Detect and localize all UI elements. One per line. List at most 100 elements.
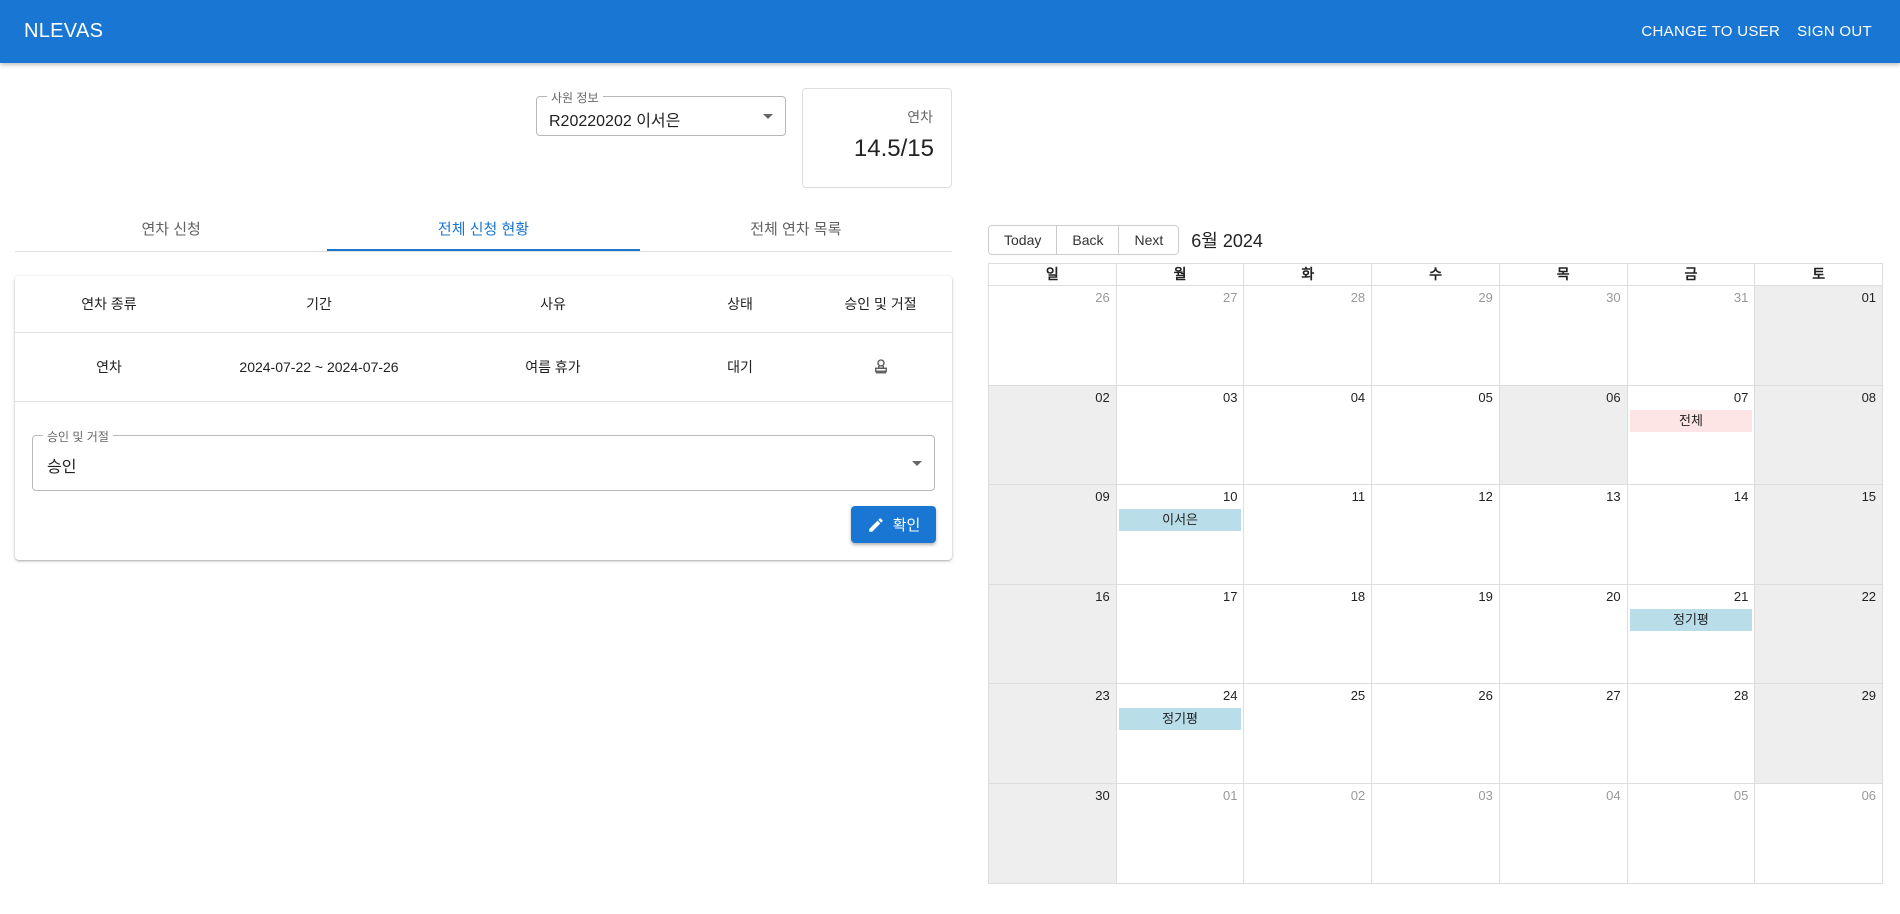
tab-leave-request[interactable]: 연차 신청: [15, 208, 327, 251]
column-header: 기간: [306, 296, 332, 312]
calendar-day-cell[interactable]: 25: [1244, 684, 1373, 783]
confirm-button-label: 확인: [892, 517, 921, 534]
approval-select-value: 승인: [47, 459, 77, 476]
tab-all-requests[interactable]: 전체 신청 현황: [327, 208, 640, 251]
weekday-label: 토: [1812, 266, 1826, 282]
app-brand[interactable]: NLEVAS: [24, 20, 103, 43]
column-header: 사유: [540, 296, 566, 312]
calendar-week-row: 23 24 정기평 25 26 27 28 29: [989, 684, 1883, 784]
table-header-row: 연차 종류 기간 사유 상태 승인 및 거절: [15, 276, 952, 333]
day-number: 11: [1351, 489, 1366, 504]
calendar-nav-group: Today Back Next: [988, 225, 1180, 255]
calendar-day-cell[interactable]: 14: [1628, 485, 1756, 584]
calendar-day-cell[interactable]: 08: [1755, 385, 1883, 484]
calendar-day-cell[interactable]: 06: [1499, 385, 1628, 484]
calendar-week-row: 30 01 02 03 04 05 06: [989, 783, 1882, 884]
calendar-day-cell[interactable]: 26: [989, 286, 1117, 385]
calendar-day-cell[interactable]: 16: [989, 584, 1117, 683]
calendar-day-cell[interactable]: 15: [1755, 485, 1883, 584]
weekday-label: 금: [1628, 264, 1756, 285]
day-number: 12: [1478, 489, 1493, 504]
today-button[interactable]: Today: [989, 226, 1058, 254]
calendar-day-cell[interactable]: 22: [1755, 584, 1883, 683]
table-row[interactable]: 연차 2024-07-22 ~ 2024-07-26 여름 휴가 대기: [15, 333, 952, 402]
day-number: 01: [1861, 290, 1877, 305]
day-number: 18: [1350, 588, 1366, 604]
calendar-day-cell[interactable]: 26: [1372, 684, 1500, 783]
calendar-day-cell[interactable]: 11: [1244, 485, 1373, 584]
calendar-day-cell[interactable]: 10 이서은: [1117, 485, 1245, 584]
calendar-day-cell[interactable]: 28: [1244, 286, 1373, 385]
calendar-day-cell[interactable]: 01: [1755, 286, 1883, 385]
next-button[interactable]: Next: [1119, 226, 1179, 254]
chevron-down-icon: [912, 461, 922, 466]
tab-bar: 연차 신청 전체 신청 현황 전체 연차 목록: [15, 208, 952, 252]
day-number: 05: [1478, 389, 1493, 405]
calendar-day-cell[interactable]: 31: [1628, 286, 1756, 385]
weekday-label: 월: [1117, 264, 1245, 285]
calendar-event[interactable]: 정기평: [1118, 708, 1242, 730]
employee-select[interactable]: 사원 정보 R20220202 이서은: [536, 89, 786, 136]
calendar-day-cell[interactable]: 07 전체: [1628, 385, 1756, 484]
day-number: 03: [1478, 787, 1493, 803]
day-number: 21: [1733, 588, 1749, 604]
chevron-down-icon: [763, 114, 773, 119]
status-cell: 대기: [727, 359, 753, 375]
calendar-day-cell[interactable]: 05: [1628, 783, 1756, 883]
calendar-day-cell[interactable]: 03: [1372, 783, 1500, 883]
calendar-day-cell[interactable]: 18: [1244, 584, 1373, 683]
calendar-day-cell[interactable]: 20: [1500, 584, 1628, 683]
calendar-day-cell[interactable]: 30: [1500, 286, 1628, 385]
calendar-event[interactable]: 이서은: [1118, 509, 1242, 531]
calendar-day-cell[interactable]: 29: [1372, 286, 1500, 385]
calendar-day-cell[interactable]: 29: [1755, 684, 1883, 783]
calendar-day-cell[interactable]: 05: [1372, 385, 1500, 484]
calendar-day-cell[interactable]: 27: [1500, 684, 1628, 783]
calendar-day-cell[interactable]: 21 정기평: [1628, 584, 1756, 683]
calendar-day-cell[interactable]: 13: [1500, 485, 1628, 584]
calendar-day-cell[interactable]: 06: [1755, 784, 1882, 884]
day-number: 29: [1478, 290, 1493, 305]
change-to-user-button[interactable]: CHANGE TO USER: [1641, 19, 1780, 44]
calendar-day-cell[interactable]: 09: [989, 485, 1117, 584]
day-number: 30: [1606, 290, 1621, 305]
calendar-event[interactable]: 전체: [1629, 409, 1753, 432]
day-number: 20: [1606, 588, 1621, 604]
day-number: 02: [1350, 787, 1366, 803]
sign-out-button[interactable]: SIGN OUT: [1797, 19, 1872, 44]
calendar-day-cell[interactable]: 23: [989, 684, 1117, 783]
pencil-icon: [868, 517, 883, 532]
day-number: 28: [1350, 290, 1366, 305]
back-button[interactable]: Back: [1057, 226, 1120, 254]
calendar-week-row: 16 17 18 19 20 21 정기평 22: [989, 584, 1883, 684]
day-number: 08: [1861, 389, 1877, 405]
app-bar: NLEVAS CHANGE TO USER SIGN OUT: [0, 0, 1900, 63]
calendar-day-cell[interactable]: 17: [1117, 584, 1245, 683]
confirm-button[interactable]: 확인: [851, 506, 936, 543]
calendar-day-cell[interactable]: 04: [1244, 385, 1373, 484]
calendar-day-cell[interactable]: 04: [1500, 783, 1628, 883]
day-number: 31: [1733, 290, 1749, 305]
calendar-day-cell[interactable]: 12: [1372, 485, 1500, 584]
employee-select-label: 사원 정보: [547, 89, 603, 106]
day-number: 03: [1222, 389, 1238, 405]
tab-all-leave-list[interactable]: 전체 연차 목록: [640, 208, 952, 251]
stamp-icon[interactable]: [872, 357, 890, 375]
calendar-day-cell[interactable]: 02: [1244, 783, 1373, 883]
calendar-event[interactable]: 정기평: [1629, 608, 1753, 631]
calendar-day-cell[interactable]: 30: [989, 783, 1117, 883]
day-number: 04: [1350, 389, 1366, 405]
calendar-day-cell[interactable]: 03: [1117, 385, 1245, 484]
nav-actions: CHANGE TO USER SIGN OUT: [1641, 19, 1872, 44]
day-number: 27: [1606, 688, 1621, 703]
calendar-day-cell[interactable]: 24 정기평: [1117, 684, 1245, 783]
calendar-day-cell[interactable]: 01: [1117, 783, 1245, 883]
period-cell: 2024-07-22 ~ 2024-07-26: [239, 359, 399, 375]
approval-select[interactable]: 승인 및 거절 승인: [32, 428, 935, 491]
calendar-day-cell[interactable]: 02: [989, 385, 1117, 484]
calendar-day-cell[interactable]: 19: [1372, 584, 1500, 683]
calendar-day-cell[interactable]: 27: [1117, 286, 1245, 385]
leave-balance-label: 연차: [907, 109, 933, 125]
calendar-day-cell[interactable]: 28: [1628, 684, 1756, 783]
leave-balance-value: 14.5/15: [853, 135, 934, 162]
